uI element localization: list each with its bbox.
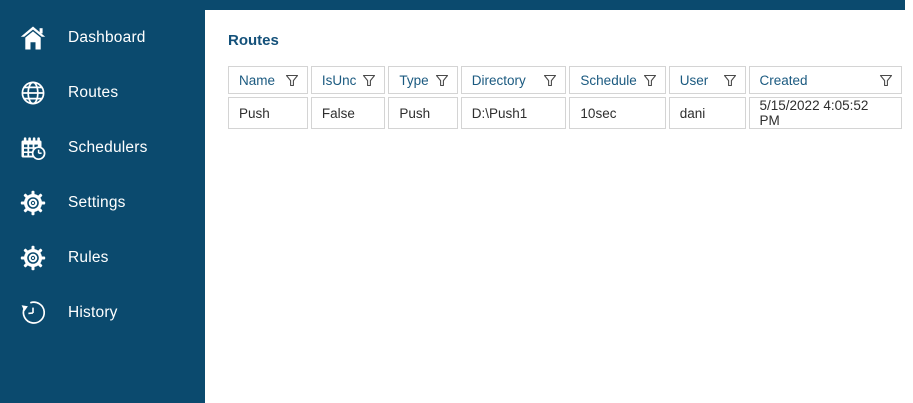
filter-funnel-icon[interactable] [435,74,449,87]
column-label: User [679,72,709,88]
sidebar-item-label: Dashboard [68,28,146,46]
column-label: Directory [471,72,526,88]
filter-funnel-icon[interactable] [723,74,737,87]
column-header-user[interactable]: User [668,66,746,94]
gear-icon [18,243,48,273]
cell-directory[interactable]: D:\Push1 [460,97,567,129]
sidebar-item-routes[interactable]: Routes [0,65,205,120]
gear-icon [18,188,48,218]
sidebar-item-schedulers[interactable]: Schedulers [0,120,205,175]
column-header-created[interactable]: Created [748,66,902,94]
column-label: IsUnc [321,72,357,88]
sidebar-item-label: Schedulers [68,138,148,156]
cell-user[interactable]: dani [668,97,746,129]
column-label: Created [759,72,808,88]
titlebar-strip [205,0,905,10]
column-header-type[interactable]: Type [388,66,458,94]
column-label: Schedule [580,72,637,88]
history-icon [18,298,48,328]
routes-grid: Name IsUnc Type Directory Schedule User … [225,63,905,132]
column-header-schedule[interactable]: Schedule [569,66,666,94]
column-header-isunc[interactable]: IsUnc [310,66,386,94]
sidebar-item-label: Settings [68,193,126,211]
sidebar-item-rules[interactable]: Rules [0,230,205,285]
cell-type[interactable]: Push [388,97,458,129]
column-header-directory[interactable]: Directory [460,66,567,94]
filter-funnel-icon[interactable] [362,74,376,87]
table-row[interactable]: Push False Push D:\Push1 10sec dani 5/15… [228,97,902,129]
sidebar: Dashboard Routes Schedulers Settings Rul… [0,0,205,403]
column-label: Name [239,72,276,88]
cell-created[interactable]: 5/15/2022 4:05:52 PM [748,97,902,129]
column-header-name[interactable]: Name [228,66,308,94]
sidebar-nav: Dashboard Routes Schedulers Settings Rul… [0,0,205,340]
home-icon [18,23,48,53]
filter-funnel-icon[interactable] [643,74,657,87]
column-label: Type [399,72,429,88]
sidebar-item-history[interactable]: History [0,285,205,340]
calendar-clock-icon [18,133,48,163]
sidebar-item-label: Routes [68,83,119,101]
sidebar-item-label: Rules [68,248,109,266]
cell-schedule[interactable]: 10sec [569,97,666,129]
page-title: Routes [228,32,279,49]
cell-isunc[interactable]: False [310,97,386,129]
filter-funnel-icon[interactable] [879,74,893,87]
main-content: Routes Name IsUnc Type Directory Schedul… [205,0,905,403]
sidebar-item-settings[interactable]: Settings [0,175,205,230]
globe-icon [18,78,48,108]
cell-name[interactable]: Push [228,97,308,129]
sidebar-item-label: History [68,303,118,321]
filter-funnel-icon[interactable] [543,74,557,87]
grid-header-row: Name IsUnc Type Directory Schedule User … [228,66,902,94]
sidebar-item-dashboard[interactable]: Dashboard [0,10,205,65]
filter-funnel-icon[interactable] [285,74,299,87]
